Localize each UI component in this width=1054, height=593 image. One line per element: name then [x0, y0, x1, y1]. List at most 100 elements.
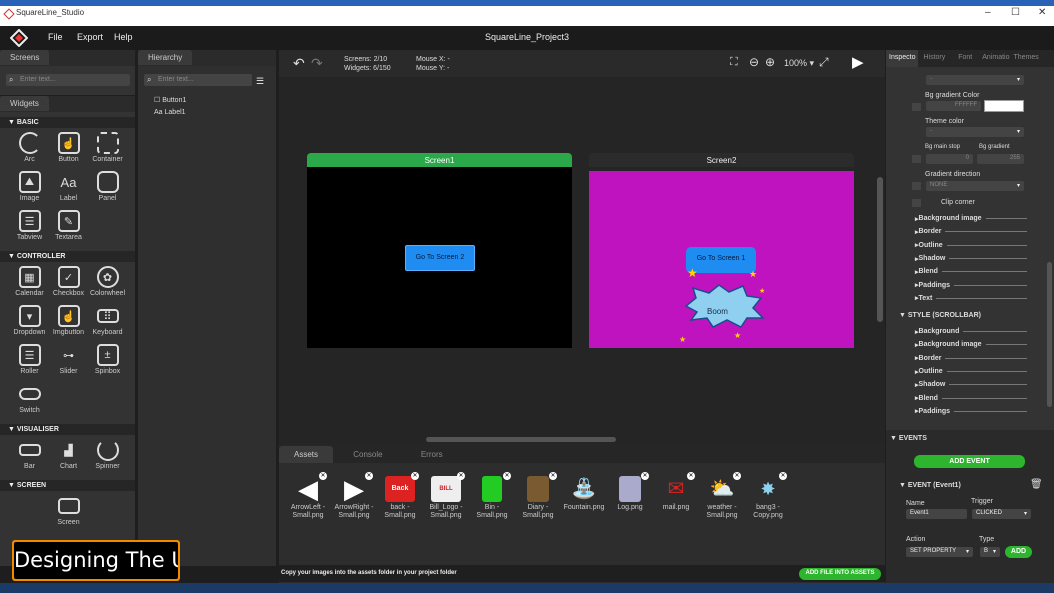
minimize-button[interactable]: –: [985, 7, 991, 18]
hierarchy-item-button1[interactable]: ☐ Button1: [154, 96, 186, 104]
remove-asset-icon[interactable]: ✕: [365, 472, 373, 480]
remove-asset-icon[interactable]: ✕: [319, 472, 327, 480]
tab-inspector[interactable]: Inspecto: [886, 50, 919, 67]
subsection-shadow[interactable]: ▸ Shadow: [915, 378, 1027, 391]
screen2-title[interactable]: Screen2: [589, 153, 854, 167]
subsection-shadow[interactable]: ▸ Shadow: [915, 252, 1027, 265]
add-file-into-assets-button[interactable]: ADD FILE INTO ASSETS: [799, 568, 881, 580]
subsection-blend[interactable]: ▸ Blend: [915, 265, 1027, 278]
widget-imgbutton[interactable]: ☝ Imgbutton: [49, 305, 88, 340]
undo-icon[interactable]: ↶: [293, 55, 305, 72]
tab-themes[interactable]: Themes: [1012, 50, 1041, 67]
tab-screens[interactable]: Screens: [0, 50, 50, 65]
gradient-direction-dropdown[interactable]: NONE ▾: [926, 181, 1024, 191]
screens-search-input[interactable]: Enter text...: [6, 74, 130, 86]
subsection-background-image[interactable]: ▸ Background image: [915, 212, 1027, 225]
screen2-canvas[interactable]: Go To Screen 1 ★ ★ Boom ★ ★ ★: [589, 171, 854, 348]
remove-asset-icon[interactable]: ✕: [411, 472, 419, 480]
tab-history[interactable]: History: [918, 50, 950, 67]
widget-spinbox[interactable]: ± Spinbox: [88, 344, 127, 379]
remove-asset-icon[interactable]: ✕: [457, 472, 465, 480]
play-icon[interactable]: ▶: [852, 53, 864, 71]
subsection-border[interactable]: ▸ Border: [915, 352, 1027, 365]
checkbox[interactable]: [912, 199, 921, 207]
widget-colorwheel[interactable]: ✿ Colorwheel: [88, 266, 127, 301]
screen1-title[interactable]: Screen1: [307, 153, 572, 167]
zoom-in-icon[interactable]: ⊕: [765, 55, 775, 69]
remove-asset-icon[interactable]: ✕: [779, 472, 787, 480]
action-dropdown[interactable]: SET PROPERTY ▾: [906, 547, 973, 557]
widget-screen[interactable]: Screen: [49, 495, 88, 530]
subsection-outline[interactable]: ▸ Outline: [915, 239, 1027, 252]
asset-item[interactable]: Diary - Small.png ✕: [515, 472, 561, 520]
asset-item[interactable]: Back back - Small.png ✕: [377, 472, 423, 520]
list-view-icon[interactable]: ☰: [256, 76, 264, 87]
remove-asset-icon[interactable]: ✕: [549, 472, 557, 480]
canvas-horizontal-scrollbar[interactable]: [426, 437, 616, 442]
widget-panel[interactable]: Panel: [88, 171, 127, 206]
widget-dropdown[interactable]: ▾ Dropdown: [10, 305, 49, 340]
subsection-background[interactable]: ▸ Background: [915, 325, 1027, 338]
widget-bar[interactable]: Bar: [10, 439, 49, 474]
asset-item[interactable]: ▶ ArrowRight - Small.png ✕: [331, 472, 377, 520]
widget-roller[interactable]: ☰ Roller: [10, 344, 49, 379]
add-event-button[interactable]: ADD EVENT: [914, 455, 1025, 468]
section-controller[interactable]: ▼ CONTROLLER: [0, 251, 135, 262]
events-header[interactable]: ▼ EVENTS: [890, 435, 927, 442]
asset-item[interactable]: ✸ bang3 - Copy.png ✕: [745, 472, 791, 520]
main-stop-input[interactable]: 0: [926, 154, 973, 164]
property-dropdown[interactable]: - ▾: [926, 75, 1024, 85]
checkbox[interactable]: [912, 182, 921, 190]
subsection-text[interactable]: ▸ Text: [915, 292, 1027, 305]
style-scrollbar-header[interactable]: ▼ STYLE (SCROLLBAR): [899, 312, 981, 319]
widget-spinner[interactable]: Spinner: [88, 439, 127, 474]
tab-widgets[interactable]: Widgets: [0, 96, 49, 111]
zoom-dropdown[interactable]: 100% ▾: [784, 58, 814, 69]
maximize-button[interactable]: ☐: [1011, 7, 1020, 18]
remove-asset-icon[interactable]: ✕: [641, 472, 649, 480]
remove-asset-icon[interactable]: ✕: [733, 472, 741, 480]
canvas-vertical-scrollbar[interactable]: [877, 177, 883, 322]
asset-item[interactable]: ⛅ weather - Small.png ✕: [699, 472, 745, 520]
widget-label[interactable]: Aa Label: [49, 171, 88, 206]
section-basic[interactable]: ▼ BASIC: [0, 117, 135, 128]
checkbox[interactable]: [912, 155, 921, 163]
widget-arc[interactable]: Arc: [10, 132, 49, 167]
screen1-canvas[interactable]: Go To Screen 2: [307, 167, 572, 348]
widget-keyboard[interactable]: ⠿ Keyboard: [88, 305, 127, 340]
color-swatch[interactable]: [984, 100, 1024, 112]
trigger-dropdown[interactable]: CLICKED ▾: [972, 509, 1031, 519]
event-header[interactable]: ▼ EVENT (Event1): [899, 482, 961, 489]
zoom-out-icon[interactable]: ⊖: [749, 55, 759, 69]
asset-item[interactable]: ✉ mail.png ✕: [653, 472, 699, 520]
asset-item[interactable]: Log.png ✕: [607, 472, 653, 520]
asset-item[interactable]: BILL Bill_Logo - Small.png ✕: [423, 472, 469, 520]
inspector-scrollbar[interactable]: [1047, 262, 1052, 407]
tab-console[interactable]: Console: [335, 446, 400, 463]
remove-asset-icon[interactable]: ✕: [687, 472, 695, 480]
boom-burst-icon[interactable]: [681, 284, 766, 328]
close-button[interactable]: ✕: [1038, 7, 1046, 18]
gradient-stop-input[interactable]: 255: [977, 154, 1024, 164]
widget-calendar[interactable]: ▦ Calendar: [10, 266, 49, 301]
asset-item[interactable]: ◀ ArrowLeft - Small.png ✕: [285, 472, 331, 520]
widget-slider[interactable]: ⊶ Slider: [49, 344, 88, 379]
type-dropdown[interactable]: B ▾: [980, 547, 1000, 557]
widget-button[interactable]: ☝ Button: [49, 132, 88, 167]
trash-icon[interactable]: 🗑: [1030, 479, 1043, 490]
subsection-paddings[interactable]: ▸ Paddings: [915, 405, 1027, 418]
tab-font[interactable]: Font: [950, 50, 980, 67]
asset-item[interactable]: Bin - Small.png ✕: [469, 472, 515, 520]
fit-screen-icon[interactable]: ⤢: [819, 55, 829, 70]
theme-color-dropdown[interactable]: - ▾: [926, 127, 1024, 137]
subsection-blend[interactable]: ▸ Blend: [915, 391, 1027, 404]
widget-container[interactable]: Container: [88, 132, 127, 167]
checkbox[interactable]: [912, 103, 921, 111]
subsection-outline[interactable]: ▸ Outline: [915, 365, 1027, 378]
subsection-border[interactable]: ▸ Border: [915, 225, 1027, 238]
boom-label[interactable]: Boom: [707, 307, 728, 316]
hierarchy-search-input[interactable]: Enter text...: [144, 74, 252, 86]
widget-switch[interactable]: Switch: [10, 383, 49, 418]
add-action-button[interactable]: ADD: [1005, 546, 1032, 558]
widget-image[interactable]: ⛰ Image: [10, 171, 49, 206]
